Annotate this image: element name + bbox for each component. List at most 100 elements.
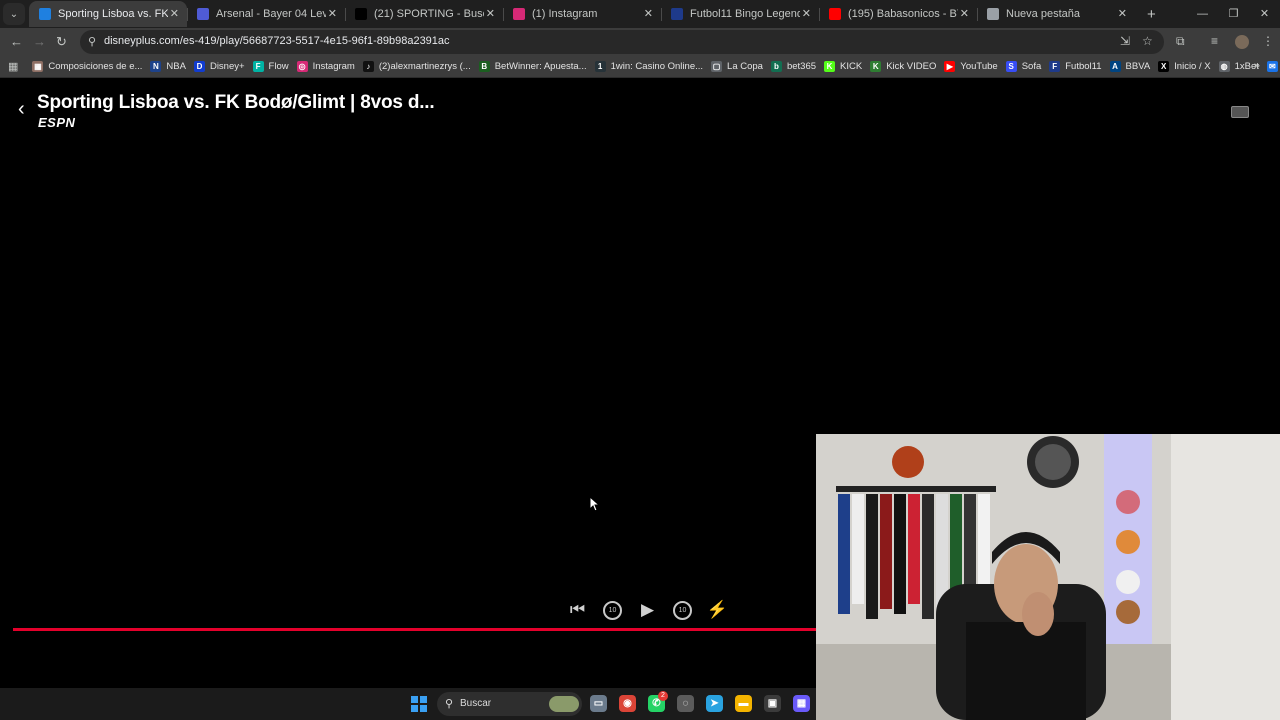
tab-0[interactable]: Sporting Lisboa vs. FK Bodø/Glimt | 8vos… <box>29 1 187 27</box>
apps-grid-icon[interactable]: ▦ <box>793 695 810 712</box>
bookmark-item[interactable]: ▢ La Copa <box>711 61 763 72</box>
bookmark-favicon-icon: ◎ <box>296 61 308 72</box>
tab-4[interactable]: Futbol11 Bingo Legends - Play✕ <box>661 1 819 27</box>
url-text[interactable]: disneyplus.com/es-419/play/56687723-5517… <box>104 35 450 47</box>
telegram-icon[interactable]: ➤ <box>706 695 723 712</box>
bookmarks-overflow-icon[interactable]: » <box>1254 60 1260 72</box>
bookmark-label: Disney+ <box>209 61 245 72</box>
bookmark-item[interactable]: 1 1win: Casino Online... <box>594 61 703 72</box>
bookmark-item[interactable]: ▶ YouTube <box>944 61 998 72</box>
player-back-icon[interactable]: ‹ <box>18 98 25 121</box>
bookmark-label: Sofa <box>1021 61 1042 72</box>
bookmark-item[interactable]: A BBVA <box>1109 61 1150 72</box>
bookmark-item[interactable]: B BetWinner: Apuesta... <box>478 61 587 72</box>
tab-title: (21) SPORTING - Buscar / X <box>374 8 484 20</box>
bookmark-star-icon[interactable]: ☆ <box>1142 34 1153 48</box>
bookmark-item[interactable]: S Sofa <box>1005 61 1042 72</box>
bookmark-item[interactable]: F Flow <box>252 61 289 72</box>
tab-1[interactable]: Arsenal - Bayer 04 Leverkusen✕ <box>187 1 345 27</box>
bookmark-favicon-icon: X <box>1158 61 1170 72</box>
live-bolt-icon[interactable]: ⚡ <box>700 600 735 620</box>
folder-icon[interactable]: ▬ <box>735 695 752 712</box>
bookmark-item[interactable]: ◍ 1xBet <box>1218 61 1259 72</box>
bookmark-item[interactable]: N NBA <box>150 61 186 72</box>
bookmark-favicon-icon: ▢ <box>711 61 723 72</box>
profile-avatar[interactable] <box>1235 35 1249 49</box>
bookmark-favicon-icon: K <box>824 61 836 72</box>
taskbar-search[interactable]: ⚲ Buscar <box>437 692 582 716</box>
tab-title: Nueva pestaña <box>1006 8 1080 20</box>
restore-icon[interactable]: ❐ <box>1218 0 1249 28</box>
new-tab-plus-icon[interactable]: + <box>1147 6 1156 23</box>
media-control-icon[interactable]: ≡ <box>1211 34 1218 48</box>
tab-close-icon[interactable]: ✕ <box>1118 7 1127 20</box>
subtitles-icon[interactable] <box>1231 106 1249 118</box>
tab-close-icon[interactable]: ✕ <box>328 7 337 20</box>
tab-6[interactable]: Nueva pestaña ✕ <box>977 1 1135 27</box>
bookmark-label: Instagram <box>312 61 355 72</box>
tab-close-icon[interactable]: ✕ <box>486 7 495 20</box>
futbol-icon <box>197 8 209 20</box>
rewind-10-icon[interactable]: 10 <box>595 600 630 620</box>
close-window-icon[interactable]: ✕ <box>1249 0 1280 28</box>
browser-toolbar: ← → ↻ ⚲ disneyplus.com/es-419/play/56687… <box>0 28 1280 56</box>
window-controls: — ❐ ✕ <box>1187 0 1280 28</box>
bookmark-favicon-icon: N <box>150 61 162 72</box>
opera-icon[interactable]: ◌ <box>677 695 694 712</box>
bookmark-label: Flow <box>268 61 289 72</box>
play-icon[interactable]: ▶ <box>630 600 665 620</box>
skip-to-start-icon[interactable]: ⏮ <box>560 600 595 620</box>
site-info-icon[interactable]: ⚲ <box>88 35 96 48</box>
photos-icon[interactable]: ▣ <box>764 695 781 712</box>
bookmark-favicon-icon: D <box>193 61 205 72</box>
tab-close-icon[interactable]: ✕ <box>170 7 179 20</box>
bookmark-item[interactable]: K KICK <box>824 61 862 72</box>
chrome-icon[interactable]: ◉ <box>619 695 636 712</box>
webcam-overlay <box>816 434 1280 720</box>
bookmark-label: NBA <box>166 61 186 72</box>
tabs-container: Sporting Lisboa vs. FK Bodø/Glimt | 8vos… <box>29 1 1135 27</box>
tab-close-icon[interactable]: ✕ <box>802 7 811 20</box>
bookmark-favicon-icon: ▦ <box>32 61 44 72</box>
x-icon <box>355 8 367 20</box>
apps-grid-icon[interactable]: ▦ <box>8 60 18 73</box>
windows-start-icon[interactable] <box>411 696 427 712</box>
bookmark-item[interactable]: ▦ Composiciones de e... <box>32 61 142 72</box>
tab-search-chevron-icon[interactable]: ⌄ <box>3 3 25 25</box>
forward-icon[interactable]: → <box>33 34 46 49</box>
playback-controls: ⏮ 10 ▶ 10 ⚡ <box>560 600 735 620</box>
bookmark-item[interactable]: ✉Correo <box>1266 61 1280 72</box>
minimize-icon[interactable]: — <box>1187 0 1218 28</box>
tab-3[interactable]: (1) Instagram ✕ <box>503 1 661 27</box>
bookmark-favicon-icon: ♪ <box>362 61 374 72</box>
tab-close-icon[interactable]: ✕ <box>960 7 969 20</box>
chrome-icon <box>987 8 999 20</box>
bookmark-item[interactable]: X Inicio / X <box>1158 61 1211 72</box>
bookmark-item[interactable]: ◎ Instagram <box>296 61 355 72</box>
forward-10-icon[interactable]: 10 <box>665 600 700 620</box>
bookmark-item[interactable]: K Kick VIDEO <box>870 61 936 72</box>
file-explorer-icon[interactable]: ▭ <box>590 695 607 712</box>
tab-title: (1) Instagram <box>532 8 598 20</box>
bookmark-item[interactable]: F Futbol11 <box>1049 61 1102 72</box>
bookmark-item[interactable]: b bet365 <box>770 61 816 72</box>
bookmark-label: Kick VIDEO <box>886 61 937 72</box>
tab-title: Sporting Lisboa vs. FK Bodø/Glimt | 8vos… <box>58 8 168 20</box>
address-bar[interactable]: ⚲ disneyplus.com/es-419/play/56687723-55… <box>80 30 1164 54</box>
mouse-cursor-icon <box>589 496 599 512</box>
tab-5[interactable]: (195) Babasonicos - BYE BYE (V✕ <box>819 1 977 27</box>
install-app-icon[interactable]: ⇲ <box>1120 34 1130 48</box>
menu-kebab-icon[interactable]: ⋮ <box>1262 34 1274 48</box>
tab-title: Futbol11 Bingo Legends - Play <box>690 8 800 20</box>
tab-close-icon[interactable]: ✕ <box>644 7 653 20</box>
tab-2[interactable]: (21) SPORTING - Buscar / X✕ <box>345 1 503 27</box>
youtube-icon <box>829 8 841 20</box>
progress-bar[interactable] <box>13 628 816 631</box>
bookmark-item[interactable]: ♪ (2)alexmartinezrys (... <box>362 61 471 72</box>
bookmark-item[interactable]: D Disney+ <box>193 61 245 72</box>
bookmark-favicon-icon: 1 <box>594 61 606 72</box>
back-icon[interactable]: ← <box>10 34 23 49</box>
bookmark-label: (2)alexmartinezrys (... <box>378 61 471 72</box>
extensions-icon[interactable]: ⧉ <box>1176 34 1185 49</box>
reload-icon[interactable]: ↻ <box>56 34 67 50</box>
